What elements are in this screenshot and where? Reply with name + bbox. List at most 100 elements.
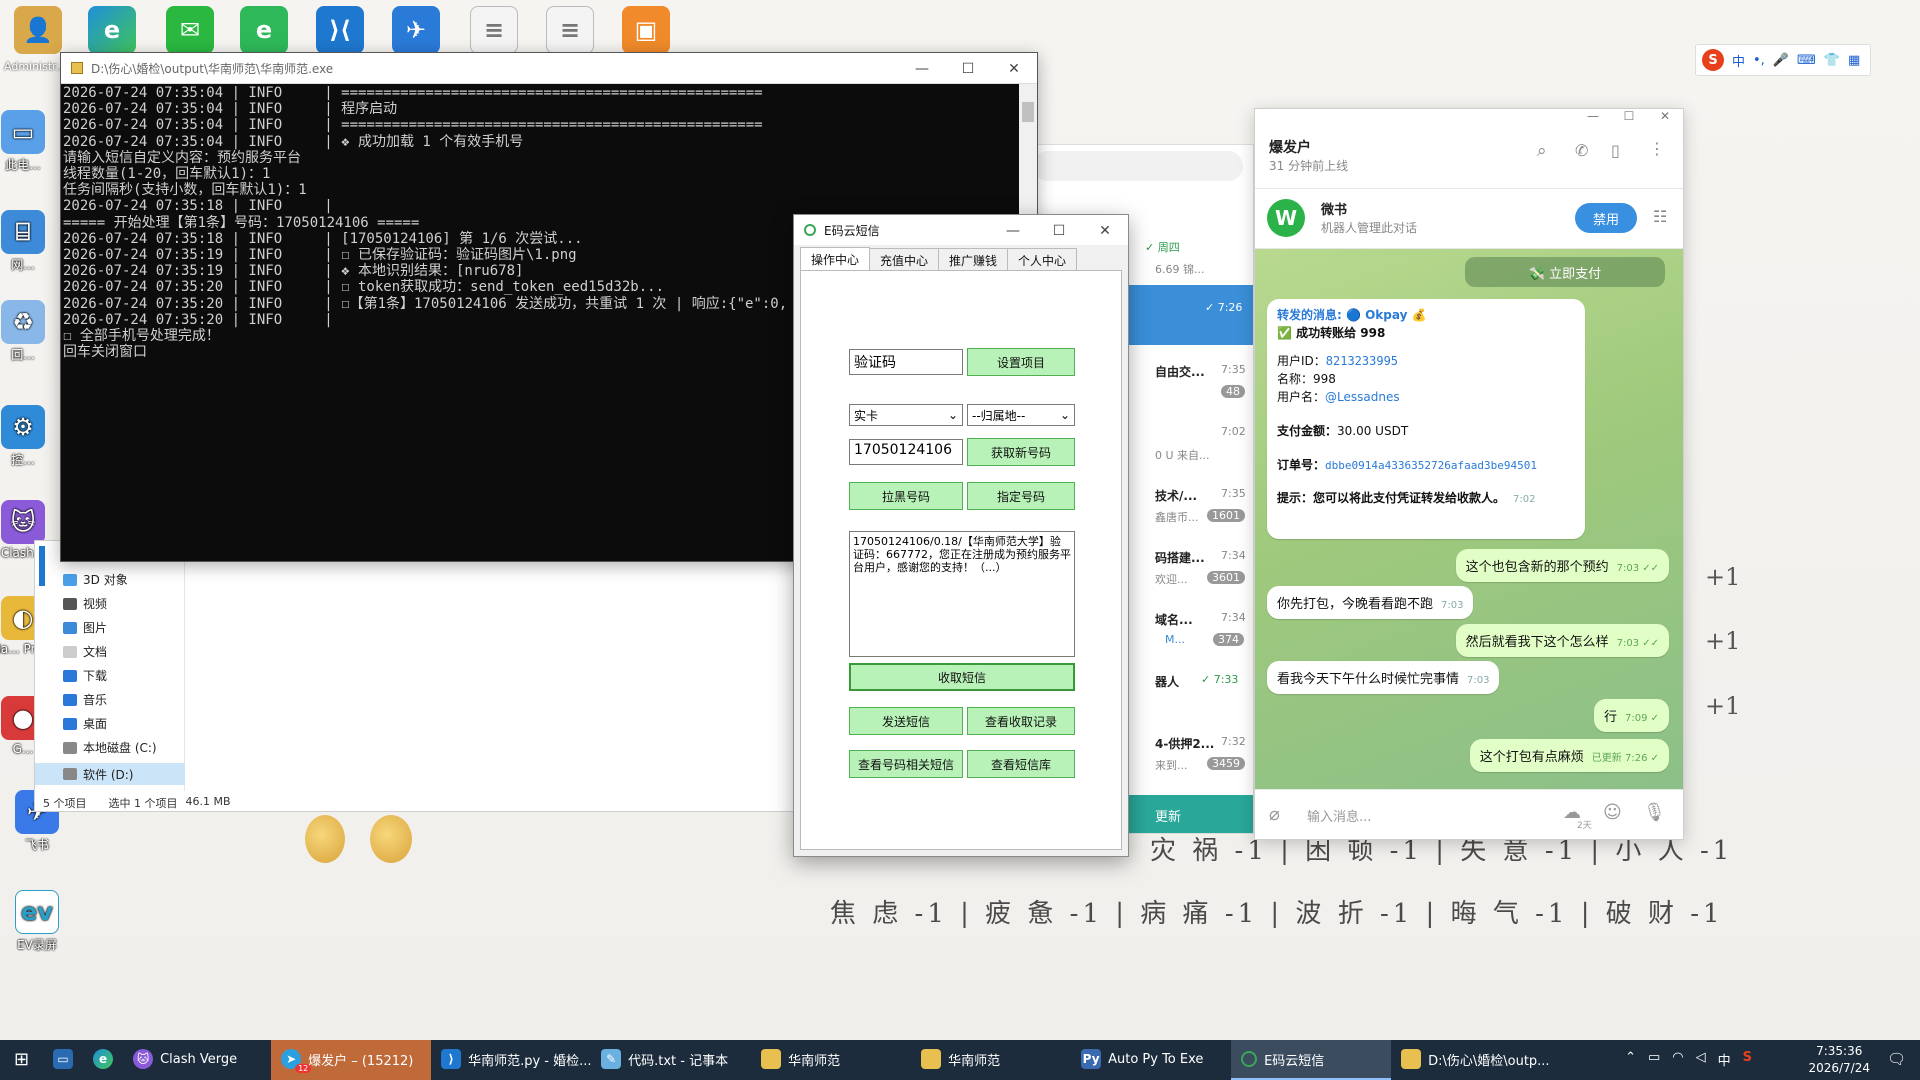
sidebar-toggle-icon[interactable]: ▯ [1611,141,1620,160]
disable-bot-button[interactable]: 禁用 [1575,203,1637,233]
desktop-icon-evcapture[interactable]: ev EV录屏 [2,890,72,953]
minimize-button[interactable]: — [899,53,945,84]
taskbar-auto-py-to-exe[interactable]: Py Auto Py To Exe [1071,1040,1231,1080]
blacklist-number-button[interactable]: 拉黑号码 [849,482,963,510]
phone-number-input[interactable]: 17050124106 [849,439,963,465]
view-related-sms-button[interactable]: 查看号码相关短信 [849,750,963,778]
specify-number-button[interactable]: 指定号码 [967,482,1075,510]
tg-chat-area[interactable]: 💸 立即支付 转发的消息: 🔵 Okpay 💰 ✅ 成功转账给 998 用户ID… [1255,249,1683,789]
message-input[interactable]: 输入消息... [1307,806,1371,825]
get-new-number-button[interactable]: 获取新号码 [967,438,1075,466]
telegram-chat-window[interactable]: — ☐ ✕ 爆发户 31 分钟前上线 ⌕ ✆ ▯ ⋮ W 微书 机器人管理此对话… [1254,108,1684,840]
tree-item-downloads[interactable]: 下载 [63,667,107,684]
desktop-icon-pc[interactable]: ▭ 此电... [0,110,58,173]
text-file-2-icon[interactable]: ≡ [546,6,594,54]
emoji-icon[interactable]: ☺ [1603,802,1622,823]
tab-recharge[interactable]: 充值中心 [869,248,940,270]
tg-close-button[interactable]: ✕ [1647,109,1683,129]
ema-sms-window[interactable]: E码云短信 — ☐ ✕ 操作中心 充值中心 推广赚钱 个人中心 验证码 设置项目… [793,214,1129,857]
desktop-icon-recycle[interactable]: ♻ 回... [0,300,58,363]
card-type-select[interactable]: 实卡 ⌄ [849,404,963,426]
region-select[interactable]: --归属地-- ⌄ [967,404,1075,426]
desktop-icon-network[interactable]: ⌸ 网... [0,210,58,273]
receive-sms-button[interactable]: 收取短信 [849,663,1075,691]
sogou-logo-icon[interactable]: S [1702,49,1724,71]
file-explorer-window[interactable]: 3D 对象 视频 图片 文档 下载 音乐 桌面 本地磁盘 (C:) 软件 (D:… [34,540,794,812]
taskbar-folder-1[interactable]: 华南师范 [751,1040,911,1080]
start-button[interactable]: ⊞ [0,1040,43,1080]
task-view-button[interactable]: ▭ [43,1040,83,1080]
bot-avatar[interactable]: W [1267,199,1305,237]
skin-icon[interactable]: 👕 [1824,53,1840,68]
taskbar-ema-sms[interactable]: E码云短信 [1231,1040,1392,1080]
settings-sliders-icon[interactable]: ☷ [1653,207,1667,226]
message-in-2[interactable]: 看我今天下午什么时候忙完事情 7:03 [1267,661,1500,694]
tray-language[interactable]: 中 [1718,1050,1731,1069]
search-icon[interactable]: ⌕ [1537,141,1547,161]
taskbar-notepad[interactable]: ✎ 代码.txt - 记事本 [591,1040,751,1080]
attach-icon[interactable]: ⌀ [1269,804,1280,825]
taskbar-clash-verge[interactable]: 🐱 Clash Verge [123,1040,271,1080]
ime-toolbar[interactable]: S 中 •, 🎤 ⌨ 👕 ▦ [1695,44,1871,76]
battery-icon[interactable]: ▭ [1648,1050,1660,1069]
message-out-3[interactable]: 行 7:09 ✓ [1593,699,1669,732]
tg-chat-header[interactable]: 爆发户 31 分钟前上线 ⌕ ✆ ▯ ⋮ [1255,129,1683,189]
vscode-icon[interactable]: ⟩⟨ [316,6,364,54]
forwarded-payment-message[interactable]: 转发的消息: 🔵 Okpay 💰 ✅ 成功转账给 998 用户ID：821323… [1267,299,1585,539]
tree-item-music[interactable]: 音乐 [63,691,107,708]
mic-icon[interactable]: 🎤 [1773,53,1789,68]
text-file-icon[interactable]: ≡ [470,6,518,54]
tg-search-box[interactable] [1033,151,1243,181]
volume-icon[interactable]: ◁ [1696,1050,1706,1069]
admin-folder-icon[interactable]: 👤 [14,6,62,54]
console-titlebar[interactable]: D:\伤心\婚检\output\华南师范\华南师范.exe — ☐ ✕ [61,53,1037,84]
taskbar-vscode[interactable]: ⟩ 华南师范.py - 婚检... [431,1040,592,1080]
bird-app-icon[interactable]: ✈ [392,6,440,54]
ema-maximize-button[interactable]: ☐ [1036,215,1082,246]
taskbar-folder-2[interactable]: 华南师范 [911,1040,1071,1080]
tree-item-desktop[interactable]: 桌面 [63,715,107,732]
tray-clock[interactable]: 7:35:36 2026/7/24 [1808,1043,1870,1077]
set-project-button[interactable]: 设置项目 [967,348,1075,376]
edge-taskbar-button[interactable]: e [83,1040,123,1080]
view-sms-library-button[interactable]: 查看短信库 [967,750,1075,778]
scrollbar-thumb[interactable] [1022,102,1034,122]
tree-item-3d[interactable]: 3D 对象 [63,571,128,588]
message-out-2[interactable]: 然后就看我下这个怎么样 7:03 ✓✓ [1455,624,1669,657]
message-out-4[interactable]: 这个打包有点麻烦 已更新 7:26 ✓ [1469,739,1669,772]
ime-lang[interactable]: 中 [1732,51,1745,70]
pay-now-button[interactable]: 💸 立即支付 [1465,257,1665,287]
taskbar-console[interactable]: D:\伤心\婚检\outp... [1391,1040,1551,1080]
ema-minimize-button[interactable]: — [990,215,1036,246]
taskbar-telegram[interactable]: ➤ 12 爆发户 – (15212) [271,1040,432,1080]
ema-close-button[interactable]: ✕ [1082,215,1128,246]
tab-personal[interactable]: 个人中心 [1007,248,1078,270]
tg-maximize-button[interactable]: ☐ [1611,109,1647,129]
tray-chevron-up-icon[interactable]: ⌃ [1625,1050,1636,1069]
tab-promote[interactable]: 推广赚钱 [938,248,1009,270]
maximize-button[interactable]: ☐ [945,53,991,84]
tg-minimize-button[interactable]: — [1575,109,1611,129]
send-sms-button[interactable]: 发送短信 [849,707,963,735]
tree-item-drive-c[interactable]: 本地磁盘 (C:) [63,739,157,756]
close-button[interactable]: ✕ [991,53,1037,84]
message-out-1[interactable]: 这个也包含新的那个预约 7:03 ✓✓ [1455,549,1669,582]
orange-app-icon[interactable]: ▣ [622,6,670,54]
tree-item-docs[interactable]: 文档 [63,643,107,660]
view-receive-log-button[interactable]: 查看收取记录 [967,707,1075,735]
project-input[interactable]: 验证码 [849,349,963,375]
phone-icon[interactable]: ✆ [1575,141,1588,160]
browser-e-icon[interactable]: e [240,6,288,54]
sogou-tray-icon[interactable]: S [1743,1050,1752,1069]
ema-titlebar[interactable]: E码云短信 — ☐ ✕ [794,215,1128,245]
keyboard-icon[interactable]: ⌨ [1797,53,1816,68]
microphone-icon[interactable]: 🎙 [1643,802,1666,823]
message-in-1[interactable]: 你先打包，今晚看看跑不跑 7:03 [1267,586,1474,619]
toolbox-icon[interactable]: ▦ [1848,53,1860,68]
sms-content-textarea[interactable]: 17050124106/0.18/【华南师范大学】验证码：667772，您正在注… [849,531,1075,657]
desktop-icon-control[interactable]: ⚙ 控... [0,405,58,468]
tree-item-drive-d[interactable]: 软件 (D:) [35,763,185,785]
tab-operation[interactable]: 操作中心 [800,247,871,271]
wifi-icon[interactable]: ◠ [1672,1050,1683,1069]
wechat-icon[interactable]: ✉ [166,6,214,54]
